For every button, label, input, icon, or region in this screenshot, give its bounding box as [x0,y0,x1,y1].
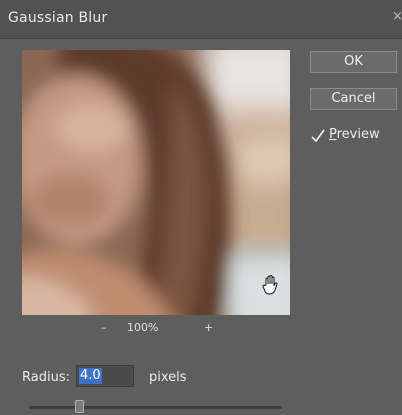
preview-label-rest: review [336,127,380,142]
ok-button[interactable]: OK [310,51,397,73]
checkmark-icon [311,129,325,143]
preview-label: Preview [329,127,380,142]
preview-label-access-key: P [329,127,337,142]
radius-input[interactable]: 4.0 [76,365,134,387]
cancel-button[interactable]: Cancel [310,88,397,110]
blur-preview-image[interactable] [22,50,290,315]
radius-label: Radius: [22,370,70,385]
radius-slider-thumb[interactable] [75,400,84,413]
hand-cursor-icon [262,275,278,295]
radius-value: 4.0 [79,368,102,384]
zoom-out-button[interactable]: – [101,321,107,334]
dialog-title: Gaussian Blur [8,10,108,26]
zoom-controls: – 100% + [22,321,290,337]
title-bar: Gaussian Blur × [0,0,402,39]
zoom-in-button[interactable]: + [204,321,213,334]
radius-unit: pixels [149,370,187,385]
radius-slider-track[interactable] [29,406,282,409]
close-icon[interactable]: × [392,9,402,24]
zoom-level: 100% [127,321,159,334]
blurred-photo [22,50,290,315]
